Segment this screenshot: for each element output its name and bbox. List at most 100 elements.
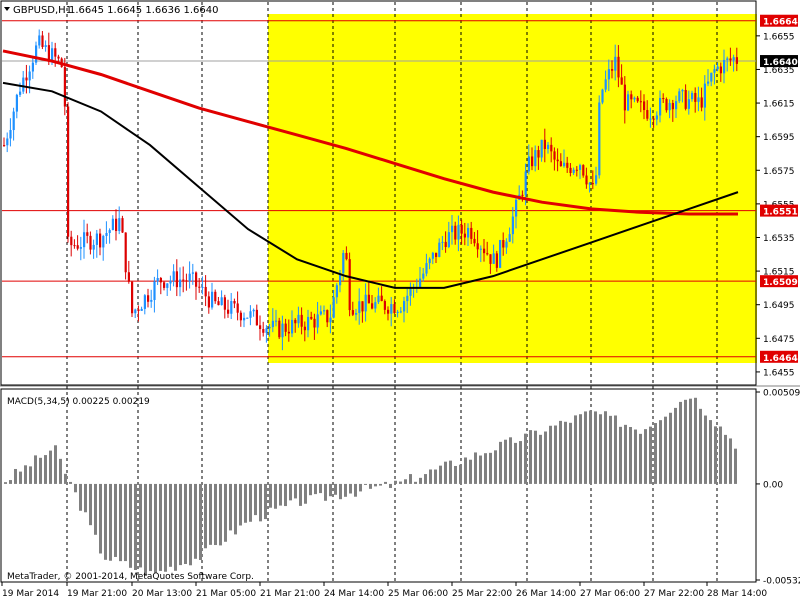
candle-body	[707, 81, 710, 84]
macd-bar	[429, 469, 432, 484]
macd-bar	[719, 426, 722, 484]
macd-bar	[174, 483, 177, 571]
candle-body	[399, 311, 402, 313]
candle-body	[12, 111, 15, 131]
candle-body	[633, 97, 636, 100]
macd-bar	[489, 452, 492, 484]
macd-bar	[79, 483, 82, 511]
candle-body	[252, 309, 255, 312]
candle-body	[543, 139, 546, 150]
macd-bar	[469, 459, 472, 484]
macd-bar	[599, 414, 602, 484]
macd-bar	[614, 415, 617, 484]
candle-body	[607, 69, 610, 80]
macd-bar	[234, 483, 237, 535]
candle-body	[457, 224, 460, 240]
candle-body	[323, 310, 326, 312]
macd-bar	[449, 460, 452, 484]
candle-body	[207, 296, 210, 308]
time-label: 27 Mar 22:00	[644, 589, 704, 599]
macd-bar	[134, 483, 137, 571]
macd-bar	[459, 464, 462, 484]
candle-body	[230, 301, 233, 314]
macd-bar	[144, 483, 147, 577]
candle-body	[92, 244, 95, 250]
candle-body	[559, 161, 562, 167]
candle-body	[54, 48, 57, 57]
candle-body	[239, 312, 242, 321]
macd-bar	[89, 483, 92, 526]
macd-bar	[634, 429, 637, 484]
macd-bar	[29, 466, 32, 484]
macd-bar	[694, 397, 697, 484]
macd-bar	[274, 483, 277, 509]
macd-bar	[184, 483, 187, 564]
candle-body	[95, 233, 98, 245]
macd-bar	[574, 415, 577, 484]
macd-bar	[74, 483, 77, 493]
macd-bar	[334, 483, 337, 495]
candle-body	[588, 183, 591, 185]
candle-body	[351, 310, 354, 315]
candle-body	[726, 58, 729, 60]
candle-body	[691, 92, 694, 100]
candle-body	[25, 77, 28, 81]
time-label: 21 Mar 05:00	[196, 589, 256, 599]
macd-bar	[189, 483, 192, 566]
candle-body	[598, 102, 601, 176]
highlight-zone[interactable]	[268, 14, 757, 363]
macd-bar	[164, 483, 167, 572]
candle-body	[511, 216, 514, 235]
candle-body	[345, 252, 348, 260]
candle-body	[454, 225, 457, 240]
candle-body	[79, 247, 82, 249]
candle-body	[428, 258, 431, 264]
macd-bar	[494, 450, 497, 484]
candle-body	[271, 320, 274, 328]
macd-bar	[664, 416, 667, 484]
candle-body	[131, 281, 134, 314]
candle-body	[220, 297, 223, 306]
candle-body	[67, 106, 70, 237]
candle-body	[297, 314, 300, 324]
candle-body	[89, 235, 92, 250]
candle-body	[246, 317, 249, 319]
time-label: 28 Mar 14:00	[707, 589, 767, 599]
macd-bar	[154, 483, 157, 573]
candle-body	[300, 314, 303, 327]
macd-bar	[594, 411, 597, 484]
macd-bar	[149, 483, 152, 572]
macd-bar	[329, 483, 332, 497]
macd-bar	[269, 483, 272, 508]
macd-bar	[369, 483, 372, 489]
macd-bar	[379, 483, 382, 486]
macd-bar	[249, 483, 252, 522]
candle-body	[348, 259, 351, 311]
macd-bar	[69, 481, 72, 484]
macd-bar	[504, 439, 507, 484]
price-tick-label: 1.6475	[763, 335, 795, 345]
macd-bar	[629, 426, 632, 484]
candle-body	[3, 145, 6, 147]
price-tick-label: 1.6495	[763, 301, 795, 311]
candle-body	[307, 316, 310, 331]
candle-body	[441, 241, 444, 243]
macd-bar	[654, 423, 657, 484]
candle-body	[111, 218, 114, 231]
candle-body	[172, 271, 175, 281]
macd-bar	[584, 411, 587, 484]
macd-bar	[669, 412, 672, 484]
candle-body	[214, 291, 217, 302]
chart-window[interactable]: GBPUSD,H1 1.6645 1.6645 1.6636 1.6640 MA…	[0, 0, 800, 600]
time-label: 19 Mar 2014	[2, 589, 59, 599]
macd-bar	[344, 483, 347, 497]
candle-body	[495, 253, 498, 268]
candle-body	[527, 156, 530, 172]
macd-bar	[374, 483, 377, 487]
candle-body	[582, 165, 585, 176]
macd-bar	[729, 438, 732, 484]
candle-body	[438, 242, 441, 257]
candle-body	[83, 232, 86, 248]
candle-body	[390, 304, 393, 314]
candle-body	[479, 248, 482, 250]
